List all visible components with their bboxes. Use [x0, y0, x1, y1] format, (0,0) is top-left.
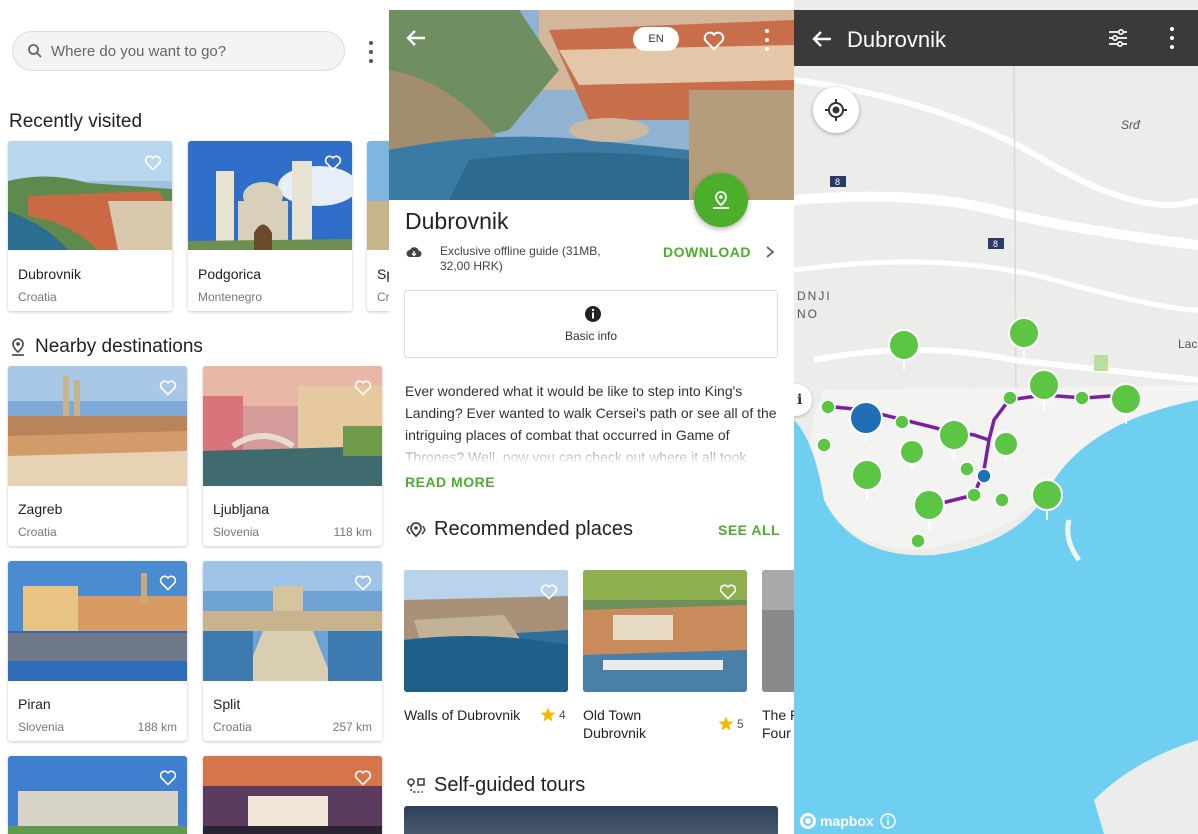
- place-rating: 4: [540, 707, 566, 722]
- crosshair-location-icon: [825, 99, 847, 121]
- map-pin-icon: [713, 191, 729, 209]
- search-bar[interactable]: Where do you want to go?: [12, 31, 345, 71]
- map-app-bar: Dubrovnik: [794, 10, 1198, 66]
- map-fab-button[interactable]: [694, 173, 748, 227]
- card-distance: 188 km: [137, 720, 177, 734]
- favorite-heart-icon[interactable]: [354, 770, 372, 786]
- card-country: Montenegro: [198, 290, 263, 304]
- road-number: 8: [993, 239, 999, 249]
- self-guided-tours-title: Self-guided tours: [406, 774, 585, 797]
- favorite-heart-icon[interactable]: [159, 770, 177, 786]
- card-distance: 118 km: [333, 525, 372, 539]
- card-name: Piran: [18, 696, 51, 712]
- mapbox-attribution[interactable]: mapbox: [799, 812, 896, 830]
- overflow-menu-icon[interactable]: [764, 29, 770, 51]
- nearby-card-zagreb[interactable]: Zagreb Croatia: [8, 366, 187, 546]
- map-label: NO: [797, 307, 819, 321]
- card-name: Podgorica: [198, 266, 262, 282]
- place-rating: 5: [718, 716, 744, 731]
- card-name: Split: [213, 696, 241, 712]
- language-toggle[interactable]: EN: [633, 27, 679, 51]
- nearby-card-piran[interactable]: Piran Slovenia 188 km: [8, 561, 187, 741]
- favorite-heart-icon[interactable]: [159, 575, 177, 591]
- favorite-heart-icon[interactable]: [324, 155, 342, 171]
- hero-image: [389, 10, 794, 200]
- favorite-heart-icon[interactable]: [354, 575, 372, 591]
- map-title: Dubrovnik: [847, 27, 947, 52]
- tour-card-image[interactable]: [404, 806, 778, 834]
- info-icon: [585, 306, 601, 322]
- city-detail-panel: EN Dubrovnik Exclusive offline guide (31…: [389, 0, 794, 834]
- info-circle-icon[interactable]: [879, 813, 896, 829]
- favorite-heart-icon[interactable]: [540, 584, 558, 600]
- favorite-heart-icon[interactable]: [354, 380, 372, 396]
- place-image-partial[interactable]: [762, 570, 794, 692]
- card-country: Croatia: [213, 720, 252, 734]
- place-name: Old Town Dubrovnik: [583, 707, 647, 741]
- back-arrow-icon[interactable]: [405, 28, 427, 48]
- card-country: Slovenia: [213, 525, 260, 539]
- map-panel: Srđ Lac DNJI NO 8 8 Dubrovnik i mapbox: [794, 0, 1198, 834]
- recommended-places-title: Recommended places: [406, 518, 633, 541]
- favorite-heart-icon[interactable]: [144, 155, 162, 171]
- road-number: 8: [835, 177, 841, 187]
- favorite-heart-icon[interactable]: [703, 31, 725, 51]
- tour-route-icon: [407, 777, 425, 793]
- nearby-card-ljubljana[interactable]: Ljubljana Slovenia 118 km: [203, 366, 382, 546]
- star-icon: [718, 716, 734, 731]
- card-country: Croatia: [18, 525, 57, 539]
- my-location-button[interactable]: [813, 87, 859, 133]
- see-all-link[interactable]: SEE ALL: [718, 522, 780, 538]
- card-country: Croatia: [18, 290, 57, 304]
- read-more-link[interactable]: READ MORE: [405, 474, 495, 490]
- map-label: Lac: [1178, 337, 1198, 351]
- card-name: Dubrovnik: [18, 266, 82, 282]
- card-name: Ljubljana: [213, 501, 270, 517]
- home-panel: Where do you want to go? Recently visite…: [0, 0, 389, 834]
- nearby-card-image: [203, 756, 382, 834]
- card-distance: 257 km: [332, 720, 372, 734]
- card-name: Zagreb: [18, 501, 63, 517]
- recent-card-dubrovnik[interactable]: Dubrovnik Croatia: [8, 141, 172, 311]
- card-name: Sp: [377, 266, 389, 282]
- overflow-menu-icon[interactable]: [1169, 27, 1175, 49]
- overflow-menu-icon[interactable]: [368, 41, 374, 63]
- favorite-heart-icon[interactable]: [159, 380, 177, 396]
- download-button[interactable]: DOWNLOAD: [663, 244, 751, 260]
- basic-info-label: Basic info: [564, 329, 618, 343]
- recent-card-image: [367, 141, 389, 250]
- location-pin-icon: [12, 338, 24, 356]
- nearby-card-split[interactable]: Split Croatia 257 km: [203, 561, 382, 741]
- filter-sliders-icon[interactable]: [1108, 29, 1128, 47]
- recent-card-podgorica[interactable]: Podgorica Montenegro: [188, 141, 352, 311]
- card-country: Cr: [377, 290, 389, 304]
- star-icon: [540, 707, 556, 722]
- city-title: Dubrovnik: [405, 208, 509, 234]
- map-label: DNJI: [797, 289, 832, 303]
- mapbox-logo-icon: [800, 813, 816, 829]
- cloud-download-icon: [406, 247, 422, 258]
- recommended-places-icon: [406, 521, 426, 537]
- chevron-right-icon[interactable]: [765, 245, 775, 259]
- place-name: The F Four: [762, 707, 794, 741]
- back-arrow-icon[interactable]: [811, 29, 833, 49]
- nearby-card-vienna[interactable]: [8, 756, 187, 834]
- nearby-card-bratislava[interactable]: [203, 756, 382, 834]
- offline-guide-row[interactable]: Exclusive offline guide (31MB, 32,00 HRK…: [405, 242, 775, 278]
- offline-guide-text: Exclusive offline guide (31MB, 32,00 HRK…: [440, 244, 601, 273]
- nearby-destinations-title: Nearby destinations: [9, 336, 203, 358]
- search-icon: [28, 44, 42, 58]
- map-label: Srđ: [1121, 118, 1140, 132]
- card-country: Slovenia: [18, 720, 65, 734]
- recently-visited-title: Recently visited: [9, 111, 143, 132]
- basic-info-button[interactable]: Basic info: [404, 290, 778, 358]
- recent-card-partial[interactable]: Sp Cr: [367, 141, 389, 311]
- nearby-card-image: [8, 756, 187, 834]
- place-name: Walls of Dubrovnik: [404, 707, 521, 723]
- description-fade: [405, 440, 777, 464]
- search-placeholder[interactable]: Where do you want to go?: [51, 43, 226, 60]
- favorite-heart-icon[interactable]: [719, 584, 737, 600]
